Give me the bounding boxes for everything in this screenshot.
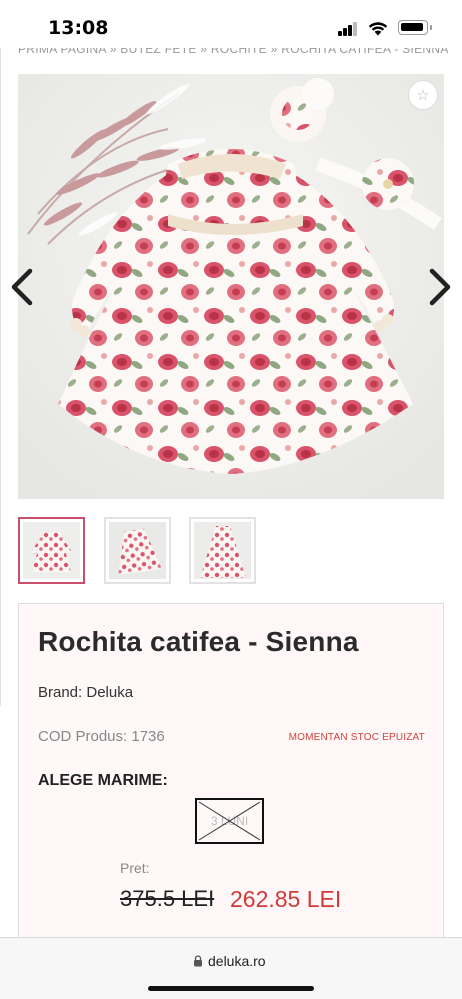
status-time: 13:08 — [48, 17, 109, 39]
thumbnail-2[interactable] — [104, 517, 171, 584]
product-info-card: Rochita catifea - Sienna Brand: Deluka C… — [18, 603, 444, 948]
old-price: 375.5 LEI — [120, 886, 215, 911]
product-brand: Brand: Deluka — [38, 684, 134, 701]
size-option-unavailable[interactable]: 3 LUNI — [195, 798, 264, 844]
lock-icon — [194, 955, 202, 967]
thumbnail-image — [109, 522, 166, 579]
previous-image-arrow-icon[interactable] — [8, 267, 38, 307]
favorite-button[interactable]: ☆ — [408, 80, 438, 110]
next-image-arrow-icon[interactable] — [424, 267, 454, 307]
star-icon: ☆ — [416, 87, 430, 104]
home-indicator[interactable] — [148, 986, 314, 991]
status-bar: 13:08 — [0, 0, 462, 48]
stock-status-badge: MOMENTAN STOC EPUIZAT — [288, 732, 425, 743]
thumbnail-image — [23, 522, 80, 579]
product-main-image[interactable] — [18, 74, 444, 499]
price-label: Pret: — [120, 860, 150, 876]
thumbnail-image — [194, 522, 251, 579]
thumbnail-1[interactable] — [18, 517, 85, 584]
thumbnail-3[interactable] — [189, 517, 256, 584]
cellular-signal-icon — [338, 22, 358, 36]
floral-dress-photo — [18, 74, 444, 499]
sale-price: 262.85 LEI — [230, 886, 342, 912]
url-text[interactable]: deluka.ro — [208, 953, 266, 969]
unavailable-cross-icon — [198, 801, 261, 841]
product-title: Rochita catifea - Sienna — [38, 626, 359, 657]
wifi-icon — [368, 22, 388, 36]
size-heading: ALEGE MARIME: — [38, 772, 168, 789]
browser-url-bar[interactable]: deluka.ro — [0, 937, 462, 999]
page-edge — [0, 46, 1, 706]
product-code: COD Produs: 1736 — [38, 728, 165, 745]
battery-icon — [398, 20, 428, 35]
battery-cap — [430, 25, 432, 30]
